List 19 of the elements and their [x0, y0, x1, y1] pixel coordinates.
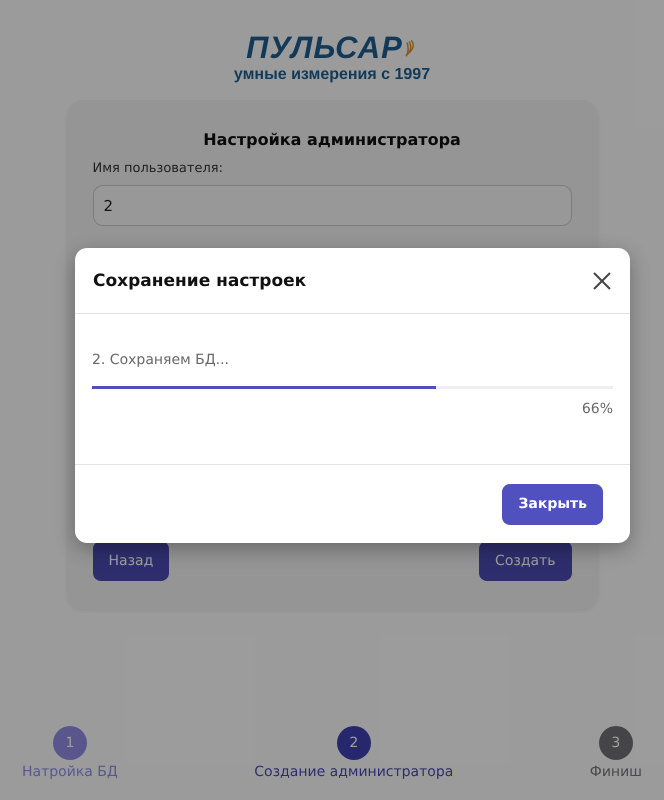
- progress-percent: 66%: [582, 401, 613, 417]
- close-button[interactable]: [592, 270, 612, 290]
- close-dialog-button[interactable]: Закрыть: [502, 484, 603, 524]
- step-label: Финиш: [590, 764, 642, 780]
- logo-wordmark: ПУЛЬСАР: [246, 30, 403, 66]
- form-title: Настройка администратора: [202, 130, 462, 149]
- dialog-title: Сохранение настроек: [93, 270, 306, 290]
- step-circle: 3: [598, 726, 633, 760]
- field-label: Имя пользователя:: [92, 161, 224, 176]
- back-button[interactable]: Назад: [92, 541, 170, 581]
- close-icon: [592, 270, 612, 290]
- input-field[interactable]: 2: [92, 185, 572, 226]
- step-label: Создание администратора: [254, 764, 454, 780]
- step-circle: 2: [336, 726, 371, 760]
- progress-status: 2. Сохраняем БД...: [92, 352, 230, 368]
- step-circle: 1: [52, 726, 87, 760]
- create-button[interactable]: Создать: [479, 541, 572, 581]
- logo-tagline: умные измерения с 1997: [234, 66, 430, 84]
- step-label: Натройка БД: [22, 764, 118, 780]
